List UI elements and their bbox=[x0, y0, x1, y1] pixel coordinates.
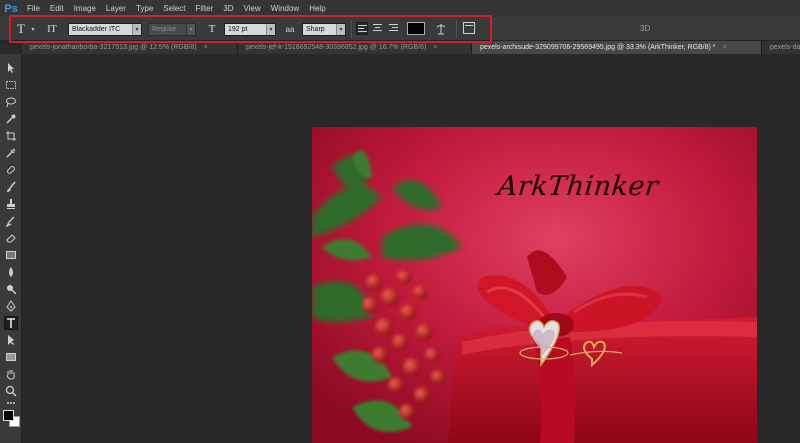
font-family-select[interactable]: Blackadder ITC ▾ bbox=[68, 23, 142, 36]
menu-3d[interactable]: 3D bbox=[218, 0, 238, 17]
menu-layer[interactable]: Layer bbox=[101, 0, 131, 17]
blur-tool-icon[interactable] bbox=[4, 265, 18, 279]
chevron-down-icon: ▾ bbox=[266, 24, 275, 35]
hand-tool-icon[interactable] bbox=[4, 367, 18, 381]
font-size-select[interactable]: 192 pt ▾ bbox=[224, 23, 276, 36]
text-orientation-icon[interactable]: IT bbox=[44, 20, 60, 38]
path-selection-tool-icon[interactable] bbox=[4, 333, 18, 347]
crop-tool-icon[interactable] bbox=[4, 129, 18, 143]
more-tools-icon[interactable] bbox=[4, 398, 18, 408]
menu-edit[interactable]: Edit bbox=[45, 0, 69, 17]
font-size-icon: T bbox=[208, 23, 216, 35]
menu-select[interactable]: Select bbox=[158, 0, 190, 17]
tools-panel bbox=[0, 54, 22, 443]
brush-tool-icon[interactable] bbox=[4, 180, 18, 194]
chevron-down-icon: ▾ bbox=[186, 24, 195, 35]
document-tab-bar: pexels-jonathanborba-3217513.jpg @ 12.5%… bbox=[22, 41, 800, 54]
tab-label: pexels-jef-k-1518692548-30396852.jpg @ 1… bbox=[246, 44, 427, 51]
document-canvas[interactable]: ArkThinker bbox=[312, 127, 757, 443]
antialias-icon: aa bbox=[285, 24, 295, 34]
menu-type[interactable]: Type bbox=[131, 0, 158, 17]
pen-tool-icon[interactable] bbox=[4, 299, 18, 313]
menu-image[interactable]: Image bbox=[69, 0, 101, 17]
type-tool-icon[interactable] bbox=[4, 316, 18, 330]
history-brush-tool-icon[interactable] bbox=[4, 214, 18, 228]
quick-selection-tool-icon[interactable] bbox=[4, 112, 18, 126]
font-style-select[interactable]: Regular ▾ bbox=[148, 23, 196, 36]
eyedropper-tool-icon[interactable] bbox=[4, 146, 18, 160]
canvas-text-layer[interactable]: ArkThinker bbox=[496, 171, 660, 202]
type-tool-preset-icon[interactable]: T bbox=[14, 20, 28, 38]
separator bbox=[456, 20, 457, 38]
menu-file[interactable]: File bbox=[22, 0, 45, 17]
chevron-down-icon: ▾ bbox=[336, 24, 345, 35]
close-icon[interactable]: × bbox=[433, 44, 437, 51]
healing-brush-tool-icon[interactable] bbox=[4, 163, 18, 177]
marquee-tool-icon[interactable] bbox=[4, 78, 18, 92]
tab-label: pexels-archisude-329099706-29569495.jpg … bbox=[480, 44, 716, 51]
menu-window[interactable]: Window bbox=[266, 0, 304, 17]
document-tab[interactable]: pexels-jef-k-1518692548-30396852.jpg @ 1… bbox=[238, 41, 472, 54]
eraser-tool-icon[interactable] bbox=[4, 231, 18, 245]
chevron-down-icon: ▾ bbox=[132, 24, 141, 35]
gradient-tool-icon[interactable] bbox=[4, 248, 18, 262]
menu-bar: Ps File Edit Image Layer Type Select Fil… bbox=[0, 0, 800, 17]
clone-stamp-tool-icon[interactable] bbox=[4, 197, 18, 211]
3d-mode-label[interactable]: 3D bbox=[640, 24, 650, 33]
photoshop-logo: Ps bbox=[4, 2, 18, 15]
align-right-button[interactable] bbox=[388, 22, 400, 35]
document-tab[interactable]: pexels-da bbox=[762, 41, 800, 54]
close-icon[interactable]: × bbox=[204, 44, 208, 51]
document-tab[interactable]: pexels-jonathanborba-3217513.jpg @ 12.5%… bbox=[22, 41, 238, 54]
document-tab-active[interactable]: pexels-archisude-329099706-29569495.jpg … bbox=[472, 41, 762, 54]
close-icon[interactable]: × bbox=[722, 44, 726, 51]
font-size-value: 192 pt bbox=[228, 26, 248, 33]
foreground-color-swatch[interactable] bbox=[3, 410, 14, 421]
preset-dropdown-icon[interactable]: ▾ bbox=[29, 20, 37, 38]
zoom-tool-icon[interactable] bbox=[4, 384, 18, 398]
move-tool-icon[interactable] bbox=[4, 61, 18, 75]
separator bbox=[351, 20, 352, 38]
antialias-value: Sharp bbox=[306, 26, 325, 33]
color-picker-swatches[interactable] bbox=[3, 410, 21, 428]
menu-filter[interactable]: Filter bbox=[191, 0, 219, 17]
lasso-tool-icon[interactable] bbox=[4, 95, 18, 109]
text-color-swatch[interactable] bbox=[407, 22, 425, 35]
font-family-value: Blackadder ITC bbox=[72, 26, 121, 33]
dodge-tool-icon[interactable] bbox=[4, 282, 18, 296]
warp-text-icon[interactable] bbox=[434, 20, 448, 38]
align-left-button[interactable] bbox=[356, 22, 368, 35]
tab-label: pexels-jonathanborba-3217513.jpg @ 12.5%… bbox=[30, 44, 197, 51]
font-style-value: Regular bbox=[152, 26, 177, 33]
character-panel-icon[interactable] bbox=[463, 22, 475, 34]
menu-view[interactable]: View bbox=[239, 0, 266, 17]
tab-label: pexels-da bbox=[770, 44, 800, 51]
rectangle-tool-icon[interactable] bbox=[4, 350, 18, 364]
antialias-select[interactable]: Sharp ▾ bbox=[302, 23, 346, 36]
align-center-button[interactable] bbox=[372, 22, 384, 35]
menu-help[interactable]: Help bbox=[304, 0, 330, 17]
